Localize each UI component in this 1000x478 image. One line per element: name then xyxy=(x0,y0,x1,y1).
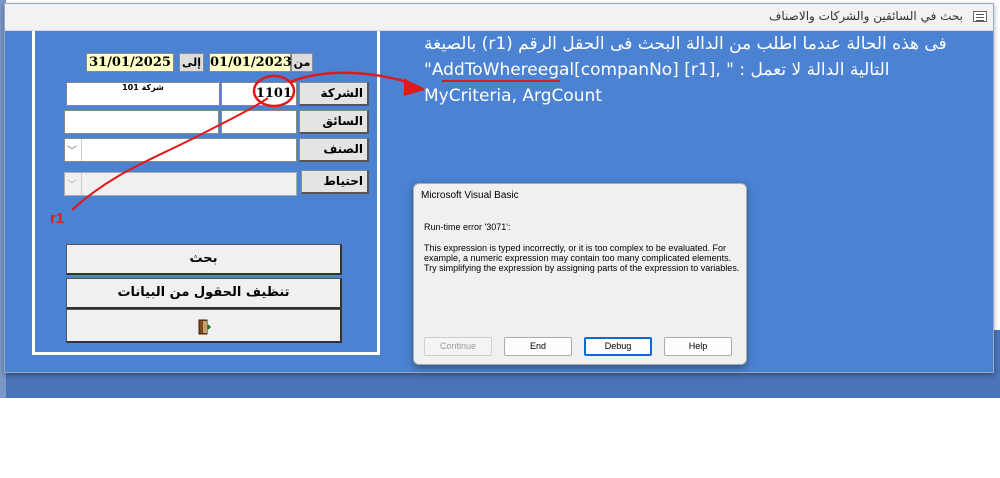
debug-button[interactable]: Debug xyxy=(584,337,652,356)
note-line-1: فى هذه الحالة عندما اطلب من الدالة البحث… xyxy=(424,34,947,54)
end-button[interactable]: End xyxy=(504,337,572,356)
vba-error-dialog: Microsoft Visual Basic Run-time error '3… xyxy=(413,183,747,365)
note-line-2: التالية الدالة لا تعمل : " ,[r1] AddToWh… xyxy=(424,60,890,80)
help-button[interactable]: Help xyxy=(664,337,732,356)
continue-button[interactable]: Continue xyxy=(424,337,492,356)
r1-annotation-label: r1 xyxy=(50,210,65,227)
r1-circle xyxy=(252,74,296,108)
arrow-line xyxy=(289,71,425,92)
dialog-title: Microsoft Visual Basic xyxy=(421,190,519,201)
note-line-3: MyCriteria, ArgCount xyxy=(424,86,602,106)
r1-pointer-line xyxy=(71,97,269,211)
dialog-message: This expression is typed incorrectly, or… xyxy=(424,243,740,273)
annotation-note: فى هذه الحالة عندما اطلب من الدالة البحث… xyxy=(424,32,954,110)
dialog-error-code: Run-time error '3071': xyxy=(424,222,511,232)
